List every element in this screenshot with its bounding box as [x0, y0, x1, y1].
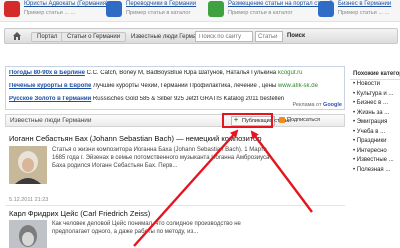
ad-text: Лучшие курорты Чехии, Германии Профилакт… — [93, 83, 277, 89]
breadcrumb-germany-articles[interactable]: Статьи о Германии — [61, 32, 127, 42]
sidebar-item-label: Известные ... — [356, 157, 394, 163]
article-separator — [5, 205, 345, 206]
sidebar-item-news[interactable]: • Новости — [350, 80, 400, 90]
article-thumbnail[interactable] — [9, 146, 47, 184]
banner-link-articles[interactable]: Размещение статьи на портал статей — [228, 1, 333, 7]
banner-link-lawyers[interactable]: Юристы Адвокаты (Германия) — [24, 1, 108, 7]
banner-icon-lawyers[interactable] — [4, 1, 20, 17]
sidebar-item-label: Учеба в ... — [356, 128, 386, 135]
article-date: 5.12.2011 21:23 — [9, 197, 49, 203]
sidebar-item-culture[interactable]: • Культура и ... — [350, 90, 400, 100]
banner-sub-lawyers: Пример статьи ... ... — [24, 10, 76, 16]
sidebar-title: Похожие категории — [350, 66, 400, 80]
article-excerpt: Статья о жизни композитора Иоганна Баха … — [52, 147, 270, 169]
subscribe-link[interactable]: Подписаться — [287, 117, 320, 123]
sidebar-item-label: Новости — [356, 81, 381, 87]
sidebar-item-holidays[interactable]: • Праздники — [350, 137, 400, 147]
ad-link[interactable]: Печёные курорты в Европе — [9, 83, 91, 89]
ad-text: С.С. Catch, Boney M, BadBoysBlue Юра Шат… — [86, 70, 277, 76]
sidebar-item-label: Жизнь за ... — [356, 109, 390, 116]
search-scope-select[interactable]: Статьи — [255, 31, 283, 42]
sidebar-item-label: Полезная ... — [356, 166, 391, 173]
top-banner: Юристы Адвокаты (Германия) Пример статьи… — [0, 0, 400, 22]
banner-link-business[interactable]: Бизнес в Германии — [338, 1, 391, 7]
article-thumbnail[interactable] — [9, 220, 47, 248]
banner-icon-translators[interactable] — [106, 1, 122, 17]
ad-provider-label[interactable]: Рекламa от Google — [292, 102, 342, 108]
search-input[interactable] — [195, 31, 253, 42]
banner-sub-business: Пример статьи ... ... — [338, 10, 390, 16]
sidebar-item-label: Культура и ... — [356, 90, 394, 97]
banner-sub-translators: Пример статьи в каталог — [126, 10, 191, 16]
sidebar-item-business[interactable]: • Бизнес в ... — [350, 99, 400, 109]
article-excerpt: Как человек деловой Цейс понимал, что со… — [52, 221, 241, 235]
ad-row: Печёные курорты в Европе Лучшие курорты … — [9, 83, 345, 90]
home-icon[interactable] — [12, 31, 22, 41]
article-title[interactable]: Карл Фридрих Цейс (Carl Friedrich Zeiss) — [9, 209, 150, 218]
search-button[interactable]: Поиск — [285, 31, 307, 42]
sidebar-item-label: Праздники — [356, 138, 387, 144]
highlight-box — [222, 113, 273, 128]
sidebar-item-label: Эмиграция — [356, 119, 388, 125]
sidebar-item-emigration[interactable]: • Эмиграция — [350, 118, 400, 128]
ad-block: Погоды 80-90х в Берлине С.С. Catch, Bone… — [5, 66, 345, 110]
panel-title: Известные люди Германии — [10, 117, 92, 124]
sidebar-item-label: Бизнес в ... — [356, 100, 388, 106]
ad-link[interactable]: Русское Золото в Германии — [9, 96, 91, 102]
sidebar-item-life[interactable]: • Жизнь за ... — [350, 109, 400, 119]
ad-provider-name: Google — [323, 102, 342, 108]
related-categories-sidebar: Похожие категории • Новости • Культура и… — [350, 66, 400, 248]
sidebar-item-famous[interactable]: • Известные ... — [350, 156, 400, 166]
ad-text: Russisches Gold 585 & Silber 925 Jetzt G… — [92, 96, 285, 102]
ad-source[interactable]: kcogut.ru — [278, 70, 303, 76]
sidebar-item-study[interactable]: • Учеба в ... — [350, 128, 400, 138]
ad-provider-prefix: Рекламa от — [292, 102, 322, 108]
article-title[interactable]: Иоганн Себастьян Бах (Johann Sebastian B… — [9, 134, 262, 143]
banner-icon-business[interactable] — [318, 1, 334, 17]
banner-link-translators[interactable]: Переводчики в Германии — [126, 1, 196, 7]
rss-icon[interactable] — [279, 117, 285, 123]
banner-sub-articles: Пример статьи в каталог — [228, 10, 293, 16]
sidebar-item-label: Интересно — [356, 147, 387, 154]
sidebar-item-useful[interactable]: • Полезная ... — [350, 166, 400, 176]
breadcrumb-portal[interactable]: Портал — [31, 32, 64, 42]
banner-icon-articles[interactable] — [208, 1, 224, 17]
sidebar-item-interesting[interactable]: • Интересно — [350, 147, 400, 157]
navigation-bar: Портал Статьи о Германии Известные люди … — [4, 28, 398, 44]
ad-source[interactable]: www.afik-sk.de — [278, 83, 318, 89]
ad-row: Погоды 80-90х в Берлине С.С. Catch, Bone… — [9, 70, 345, 77]
category-panel-header: Известные люди Германии + Публикация ста… — [5, 114, 345, 127]
ad-link[interactable]: Погоды 80-90х в Берлине — [9, 70, 85, 76]
